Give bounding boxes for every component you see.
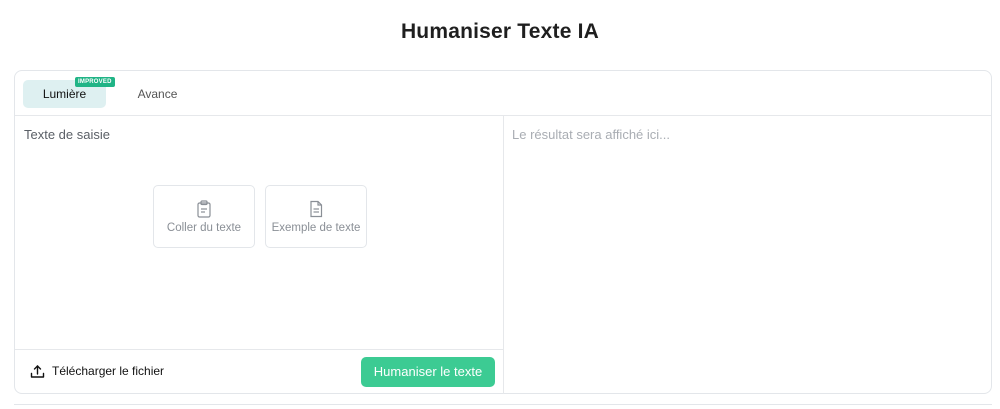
sample-text-button[interactable]: Exemple de texte (265, 185, 367, 248)
mode-tabs: Lumière IMPROVED Avance (15, 71, 991, 116)
paste-text-label: Coller du texte (166, 222, 242, 234)
input-text-area[interactable]: Texte de saisie (24, 127, 110, 142)
tab-lumiere-label: Lumière (42, 87, 87, 101)
upload-icon (30, 364, 45, 378)
sample-text-label: Exemple de texte (271, 222, 361, 234)
humanizer-panel: Lumière IMPROVED Avance Texte de saisie … (14, 70, 992, 394)
tab-avance-label: Avance (137, 87, 178, 101)
page-title: Humaniser Texte IA (400, 20, 600, 43)
clipboard-icon (197, 200, 211, 218)
input-footer-divider (15, 349, 503, 350)
improved-badge: IMPROVED (75, 77, 115, 87)
tab-avance[interactable]: Avance (125, 80, 190, 108)
document-icon (310, 200, 323, 218)
humanize-button[interactable]: Humaniser le texte (361, 357, 495, 387)
bottom-edge (14, 404, 992, 409)
tab-lumiere[interactable]: Lumière IMPROVED (23, 77, 115, 108)
result-output-area: Le résultat sera affiché ici... (512, 127, 671, 142)
column-divider (503, 116, 504, 394)
upload-file-label: Télécharger le fichier (52, 364, 165, 378)
paste-text-button[interactable]: Coller du texte (153, 185, 255, 248)
upload-file-button[interactable]: Télécharger le fichier (30, 362, 164, 380)
